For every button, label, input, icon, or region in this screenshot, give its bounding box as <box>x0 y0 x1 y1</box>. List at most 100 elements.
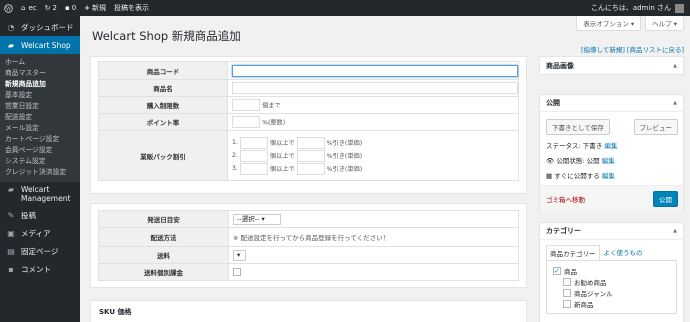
view-post-label: 投稿を表示 <box>114 4 150 12</box>
item-name-input[interactable] <box>232 82 518 94</box>
tier-rate-input[interactable] <box>296 162 325 175</box>
item-code-input[interactable] <box>232 64 518 77</box>
name-field-cell <box>227 79 519 97</box>
status-edit-link[interactable]: 編集 <box>604 142 617 150</box>
tier-rate-unit: %引き(単価) <box>326 166 363 173</box>
submenu-item[interactable]: カートページ設定 <box>0 134 80 145</box>
account-menu[interactable]: こんにちは、admin さん <box>587 0 690 16</box>
tier-number: 2. <box>232 152 238 159</box>
category-label: 商品ジャンル <box>574 289 613 298</box>
submenu-item[interactable]: メール設定 <box>0 123 80 134</box>
item-image-header[interactable]: 商品画像 ▲ <box>540 57 683 74</box>
page-icon: ▤ <box>7 246 15 256</box>
shipping-fee-select[interactable]: ▾ <box>233 249 246 261</box>
table-row: 配送方法 ※ 配送設定を行ってから商品登録を行ってください！ <box>98 227 519 247</box>
category-label: 商品 <box>564 267 577 276</box>
publish-actions: 下書きとして保存 プレビュー <box>540 112 683 135</box>
new-content-link[interactable]: + 新規 <box>80 0 110 16</box>
category-title: カテゴリー <box>546 227 581 235</box>
bulk-label: 業販パック割引 <box>98 130 228 181</box>
home-icon: ⌂ <box>21 4 26 12</box>
save-draft-button[interactable]: 下書きとして保存 <box>546 119 610 135</box>
submenu-item[interactable]: 営業日設定 <box>0 101 80 112</box>
plus-icon: + <box>84 4 91 12</box>
category-label: お勧め商品 <box>574 278 607 287</box>
category-tabs: 商品カテゴリー よく使うもの <box>540 240 683 260</box>
limit-label: 購入制限数 <box>98 96 228 114</box>
sidebar-label: 固定ページ <box>21 246 59 256</box>
code-field-cell <box>227 61 519 80</box>
submenu-item[interactable]: システム設定 <box>0 156 80 167</box>
tab-category-all[interactable]: 商品カテゴリー <box>546 245 600 260</box>
submenu-item[interactable]: 商品マスター <box>0 68 80 79</box>
sidebar-item-welcart-shop[interactable]: ▰ Welcart Shop <box>0 36 80 54</box>
tier-number: 3. <box>232 165 238 172</box>
category-list: ✓ 商品 お勧め商品 商品ジャンル 新商品 <box>546 260 677 314</box>
submenu-item[interactable]: 会員ページ設定 <box>0 145 80 156</box>
schedule-edit-link[interactable]: 編集 <box>602 172 615 180</box>
wp-logo-icon[interactable]: W <box>0 0 17 16</box>
code-label: 商品コード <box>98 61 228 80</box>
submenu-item[interactable]: ホーム <box>0 57 80 68</box>
item-basic-table: 商品コード 商品名 購入制限数 個まで ポイント率 %(整数) 業販パック割引 … <box>98 61 519 181</box>
sidebar-label: Management <box>21 194 71 203</box>
svg-text:W: W <box>6 6 12 12</box>
tier-qty-unit: 個以上で <box>269 153 295 160</box>
help-button[interactable]: ヘルプ ▾ <box>645 16 684 31</box>
sidebar-item-dashboard[interactable]: ◔ ダッシュボード <box>0 18 80 36</box>
method-note: ※ 配送設定を行ってから商品登録を行ってください！ <box>228 227 519 247</box>
tier-rate-input[interactable] <box>296 149 325 162</box>
purchase-limit-input[interactable] <box>232 99 260 111</box>
name-label: 商品名 <box>98 79 228 97</box>
comment-icon: ▪ <box>64 4 70 12</box>
submenu-item[interactable]: クレジット決済設定 <box>0 167 80 178</box>
pin-icon: ✎ <box>7 210 15 220</box>
table-row: 送料 ▾ <box>98 246 519 264</box>
submenu-item[interactable]: 配送設定 <box>0 112 80 123</box>
sidebar-item-comments[interactable]: ▪ コメント <box>0 260 80 278</box>
tier-qty-input[interactable] <box>239 136 268 149</box>
sidebar-label: メディア <box>21 228 51 238</box>
limit-unit: 個まで <box>262 102 281 110</box>
publish-button[interactable]: 公開 <box>653 191 678 207</box>
screen-options-button[interactable]: 表示オプション ▾ <box>576 16 642 31</box>
individual-charge-checkbox[interactable] <box>233 268 241 276</box>
preview-button[interactable]: プレビュー <box>633 119 678 135</box>
table-row: 商品コード <box>98 61 519 80</box>
tier-rate-input[interactable] <box>296 136 325 149</box>
page-title: Welcart Shop 新規商品追加 <box>92 29 241 43</box>
status-row: ステータス: 下書き 編集 <box>540 135 683 150</box>
visibility-edit-link[interactable]: 編集 <box>602 157 615 165</box>
list-item: 商品ジャンル <box>553 287 670 298</box>
sidebar-item-pages[interactable]: ▤ 固定ページ <box>0 242 80 260</box>
welcart-submenu: ホーム 商品マスター 新規商品追加 基本設定 営業日設定 配送設定 メール設定 … <box>0 54 80 182</box>
ship-date-select[interactable]: --選択-- ▾ <box>233 213 281 225</box>
sidebar-label: Welcart <box>21 185 50 194</box>
trash-link[interactable]: ゴミ箱へ移動 <box>546 194 585 204</box>
sidebar-label: コメント <box>21 264 51 274</box>
top-links[interactable]: [指導して新規] [商品リストに戻る] <box>581 44 684 54</box>
submenu-item-current[interactable]: 新規商品追加 <box>0 79 80 90</box>
category-checkbox[interactable] <box>563 299 571 308</box>
sidebar-item-posts[interactable]: ✎ 投稿 <box>0 206 80 224</box>
category-header[interactable]: カテゴリー ▲ <box>540 223 683 240</box>
category-checkbox[interactable]: ✓ <box>553 266 561 275</box>
updates-link[interactable]: ↻ 2 <box>41 0 61 16</box>
point-label: ポイント率 <box>98 113 228 131</box>
sidebar-item-welcart-management[interactable]: ▰ Welcart Management <box>0 182 80 206</box>
sidebar-label: ダッシュボード <box>21 22 74 32</box>
tier-qty-input[interactable] <box>239 149 268 162</box>
limit-field-cell: 個まで <box>227 96 519 114</box>
publish-header[interactable]: 公開 ▲ <box>540 95 683 112</box>
tab-category-popular[interactable]: よく使うもの <box>600 245 647 260</box>
view-post-link[interactable]: 投稿を表示 <box>110 0 153 16</box>
category-checkbox[interactable] <box>563 288 571 297</box>
site-name-link[interactable]: ⌂ ec <box>17 0 41 16</box>
sidebar-item-media[interactable]: ▣ メディア <box>0 224 80 242</box>
tier-qty-input[interactable] <box>239 162 268 175</box>
point-rate-input[interactable] <box>232 116 260 128</box>
screen-meta-links: 表示オプション ▾ ヘルプ ▾ <box>576 16 684 31</box>
submenu-item[interactable]: 基本設定 <box>0 90 80 101</box>
category-checkbox[interactable] <box>563 277 571 286</box>
comments-link[interactable]: ▪ 0 <box>61 0 80 16</box>
